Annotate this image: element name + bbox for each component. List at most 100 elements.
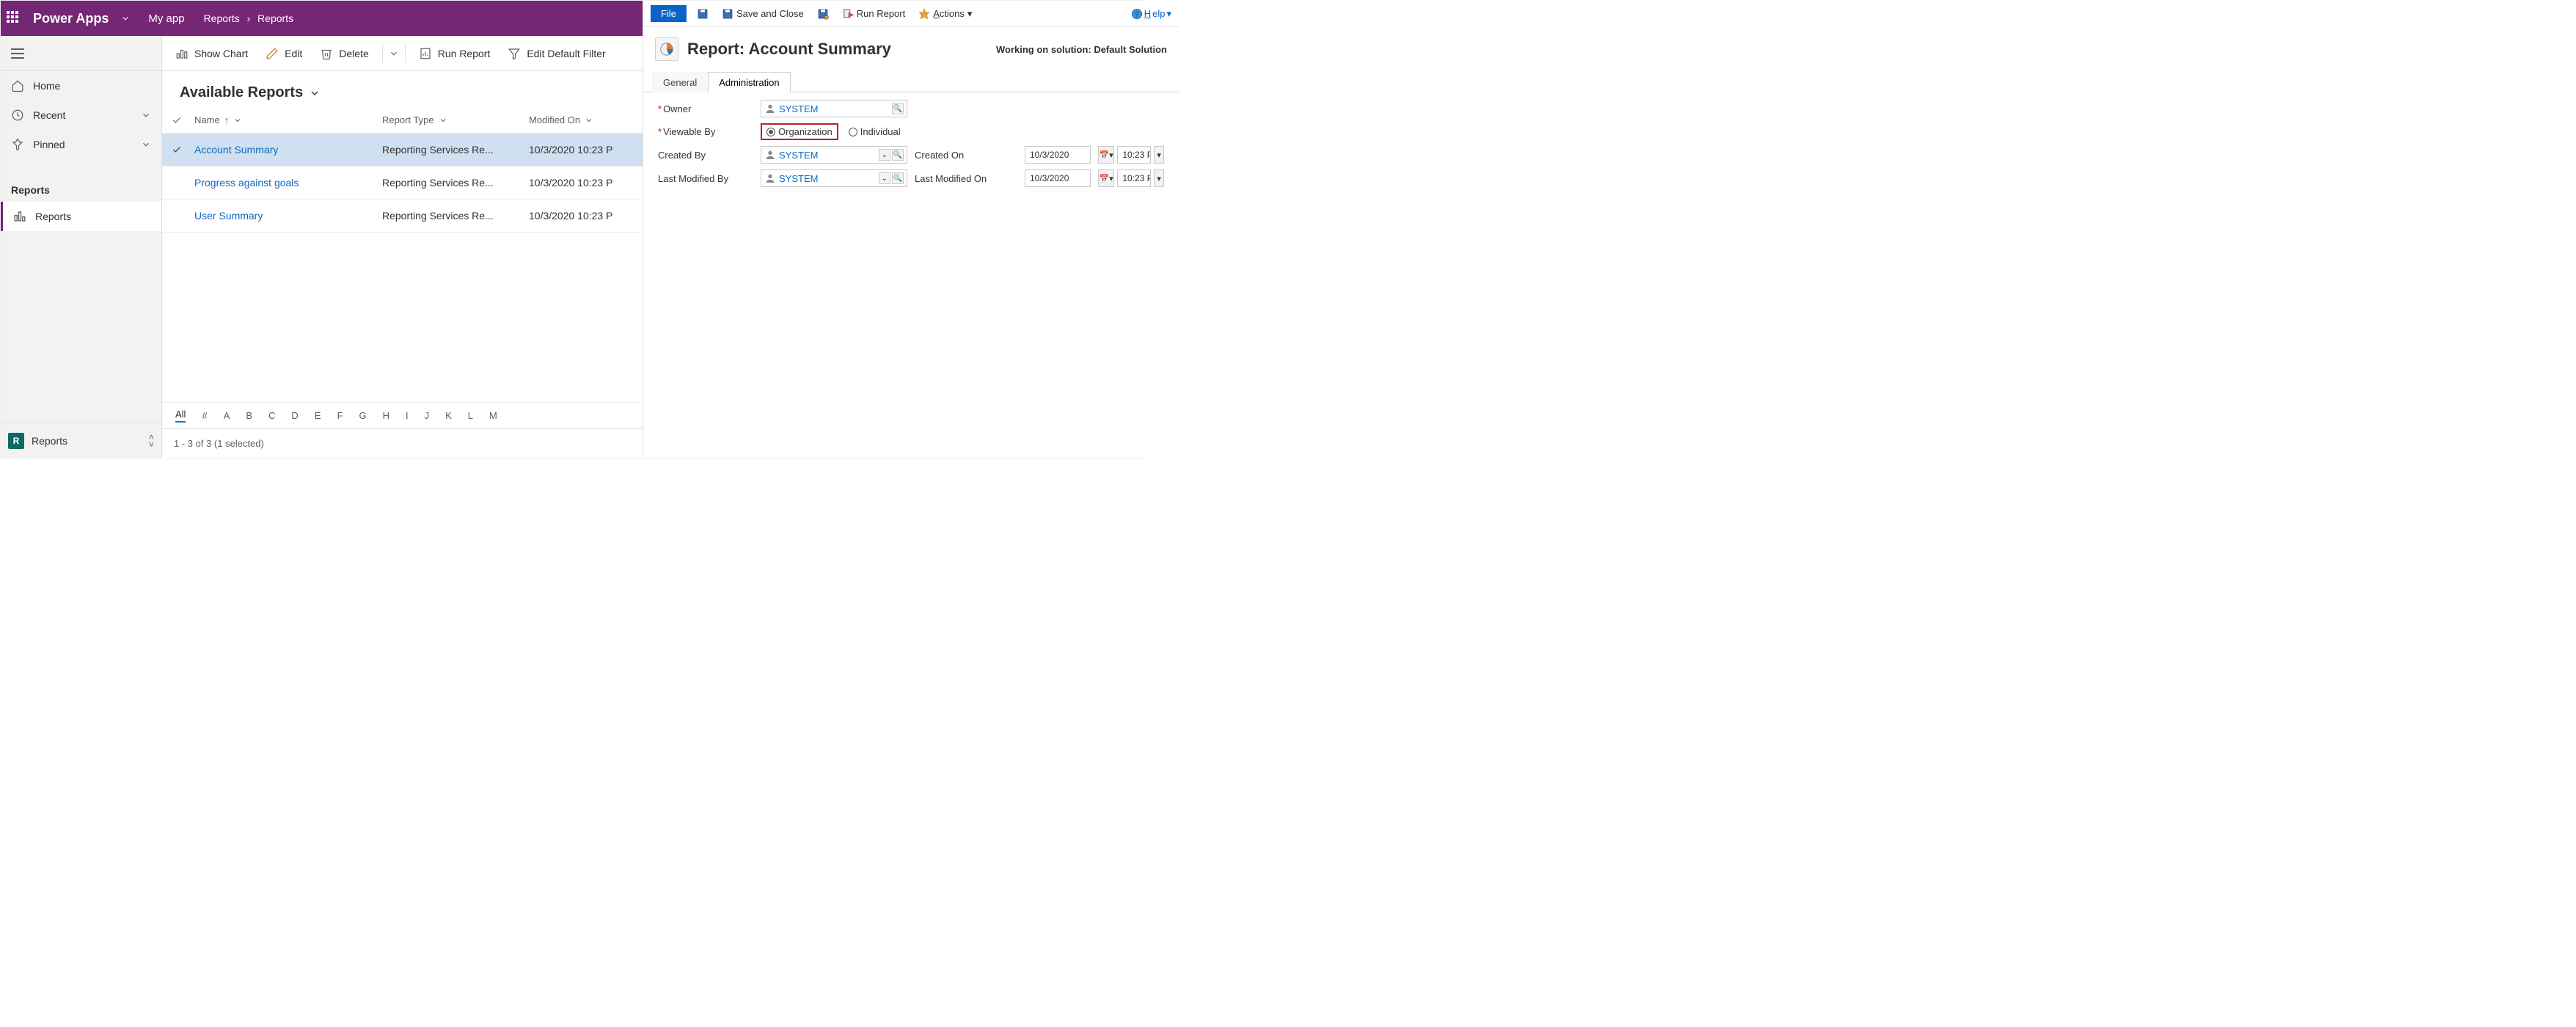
calendar-button[interactable]: 📅▾ — [1098, 169, 1114, 187]
status-bar: 1 - 3 of 3 (1 selected) — [162, 428, 643, 458]
app-name[interactable]: My app — [148, 12, 184, 25]
waffle-icon[interactable] — [7, 11, 21, 26]
table-row[interactable]: User SummaryReporting Services Re...10/3… — [162, 200, 643, 233]
modified-on-time[interactable]: 10:23 PM — [1117, 169, 1151, 187]
sort-asc-icon: ↑ — [224, 114, 230, 125]
trash-icon — [320, 47, 333, 60]
view-title[interactable]: Available Reports — [162, 71, 643, 107]
label-viewable-by: Viewable By — [658, 126, 753, 137]
sidebar-item-reports[interactable]: Reports — [1, 202, 161, 231]
alpha-filter-item[interactable]: E — [315, 410, 321, 421]
save-button[interactable] — [694, 7, 711, 21]
sidebar-item-pinned[interactable]: Pinned — [1, 130, 161, 159]
chevron-down-icon — [585, 116, 593, 125]
breadcrumb-item[interactable]: Reports — [257, 12, 293, 24]
person-icon — [764, 149, 776, 161]
chevron-down-icon — [233, 116, 242, 125]
row-modified: 10/3/2020 10:23 P — [529, 144, 643, 156]
time-dropdown-icon[interactable]: ▾ — [1154, 146, 1164, 164]
tab-general[interactable]: General — [652, 72, 708, 92]
column-label: Name — [194, 114, 220, 125]
time-dropdown-icon[interactable]: ▾ — [1154, 169, 1164, 187]
created-on-date[interactable]: 10/3/2020 — [1025, 146, 1091, 164]
alpha-filter-item[interactable]: K — [445, 410, 452, 421]
lookup-search-icon[interactable]: 🔍 — [892, 172, 904, 184]
lookup-stepper-icon[interactable]: ⌄ — [879, 172, 890, 184]
help-button[interactable]: ? Help ▾ — [1131, 8, 1171, 20]
highlight-box: Organization — [761, 123, 838, 140]
radio-individual[interactable]: Individual — [849, 126, 901, 137]
sidebar-footer[interactable]: R Reports ˄˅ — [1, 423, 161, 458]
alpha-filter-item[interactable]: M — [489, 410, 497, 421]
file-menu[interactable]: File — [651, 5, 687, 22]
edit-button[interactable]: Edit — [258, 43, 310, 65]
table-row[interactable]: Progress against goals Reporting Services… — [162, 167, 643, 200]
viewable-by-radiogroup: Organization Individual — [761, 123, 1164, 140]
row-name[interactable]: User Summary — [194, 210, 263, 222]
save-and-close-button[interactable]: Save and Close — [719, 7, 807, 21]
column-header-type[interactable]: Report Type — [382, 114, 529, 125]
show-chart-button[interactable]: Show Chart — [168, 43, 255, 65]
command-bar: Show Chart Edit Delete Run Report — [162, 36, 643, 71]
owner-lookup[interactable]: SYSTEM 🔍 — [761, 100, 907, 117]
lookup-search-icon[interactable]: 🔍 — [892, 103, 904, 114]
calendar-button[interactable]: 📅▾ — [1098, 146, 1114, 164]
updown-icon[interactable]: ˄˅ — [149, 434, 154, 448]
alpha-filter-item[interactable]: D — [291, 410, 298, 421]
pie-icon — [659, 41, 675, 57]
alpha-filter-item[interactable]: F — [337, 410, 343, 421]
column-header-name[interactable]: Name ↑ — [191, 114, 382, 125]
delete-button[interactable]: Delete — [312, 43, 376, 65]
radio-dot-icon — [849, 128, 857, 136]
star-icon — [918, 8, 930, 20]
row-type: Reporting Services Re... — [382, 177, 529, 189]
crm-toolbar: File Save and Close Run Report AActionsc… — [643, 1, 1179, 27]
edit-default-filter-button[interactable]: Edit Default Filter — [500, 43, 612, 65]
lookup-search-icon[interactable]: 🔍 — [892, 149, 904, 161]
save-icon — [697, 8, 709, 20]
save-as-button[interactable] — [814, 7, 832, 21]
alpha-filter-item[interactable]: H — [383, 410, 389, 421]
created-on-time[interactable]: 10:23 PM — [1117, 146, 1151, 164]
alpha-filter-item[interactable]: A — [224, 410, 230, 421]
modified-by-lookup[interactable]: SYSTEM ⌄🔍 — [761, 169, 907, 187]
alpha-filter-item[interactable]: J — [425, 410, 430, 421]
table-row[interactable]: Account SummaryReporting Services Re...1… — [162, 134, 643, 167]
modified-on-date[interactable]: 10/3/2020 — [1025, 169, 1091, 187]
alpha-filter-item[interactable]: B — [246, 410, 252, 421]
sidebar-section-label: Reports — [1, 174, 161, 202]
radio-organization[interactable]: Organization — [766, 126, 833, 137]
sidebar-item-home[interactable]: Home — [1, 71, 161, 100]
alpha-filter: All # A B C D E F G H I J K L M — [162, 402, 643, 428]
radio-dot-icon — [766, 128, 775, 136]
alpha-filter-item[interactable]: I — [406, 410, 409, 421]
run-report-button[interactable]: Run Report — [839, 7, 908, 21]
row-name[interactable]: Account Summary — [194, 144, 278, 156]
alpha-filter-item[interactable]: All — [175, 409, 186, 423]
column-header-modified[interactable]: Modified On — [529, 114, 643, 125]
command-label: Edit Default Filter — [527, 48, 605, 59]
status-text: 1 - 3 of 3 (1 selected) — [174, 438, 264, 449]
row-checkbox[interactable] — [162, 145, 191, 155]
sidebar-footer-label: Reports — [32, 435, 67, 447]
row-name[interactable]: Progress against goals — [194, 177, 299, 189]
chevron-down-icon[interactable] — [120, 13, 131, 23]
tab-administration[interactable]: Administration — [708, 72, 790, 92]
alpha-filter-item[interactable]: C — [268, 410, 275, 421]
alpha-filter-item[interactable]: G — [359, 410, 366, 421]
more-commands-button[interactable] — [382, 44, 406, 63]
alpha-filter-item[interactable]: L — [468, 410, 473, 421]
caret-down-icon: ▾ — [967, 8, 973, 20]
created-by-lookup[interactable]: SYSTEM ⌄🔍 — [761, 146, 907, 164]
run-report-button[interactable]: Run Report — [411, 43, 498, 65]
actions-menu[interactable]: AActionsctions ▾ — [915, 7, 975, 21]
clock-icon — [11, 109, 24, 122]
breadcrumb-item[interactable]: Reports — [204, 12, 240, 24]
alpha-filter-item[interactable]: # — [202, 410, 207, 421]
lookup-stepper-icon[interactable]: ⌄ — [879, 149, 890, 161]
hamburger-button[interactable] — [1, 36, 161, 71]
select-all-checkbox[interactable] — [162, 115, 191, 125]
person-icon — [764, 172, 776, 184]
bar-chart-icon — [13, 210, 26, 223]
sidebar-item-recent[interactable]: Recent — [1, 100, 161, 130]
